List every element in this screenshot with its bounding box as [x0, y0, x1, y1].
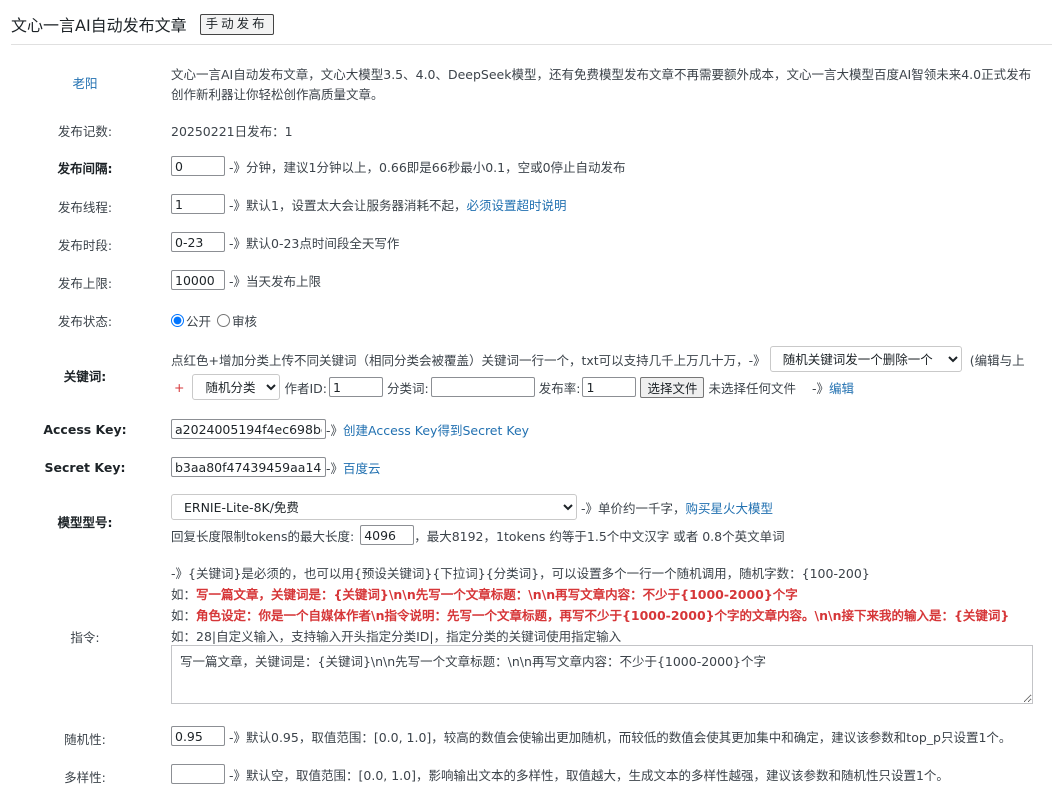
status-public-label: 公开 [186, 314, 212, 329]
instruction-example-1: 如： 写一篇文章，关键词是：{关键词}\n\n先写一个文章标题：\n\n再写文章… [171, 584, 798, 603]
category-select[interactable]: 随机分类 [192, 374, 281, 400]
create-access-key-link[interactable]: 创建Access Key得到Secret Key [343, 420, 529, 439]
status-review-label: 审核 [232, 314, 258, 329]
instruction-example-2: 如： 角色设定：你是一个自媒体作者\n指令说明：先写一个文章标题，再写不少于{1… [171, 605, 1009, 624]
secret-key-input[interactable] [171, 457, 326, 477]
page-title: 文心一言AI自动发布文章 [11, 16, 187, 35]
randomness-label: 随机性: [64, 732, 106, 747]
secret-key-arrow: -》 [326, 460, 344, 476]
status-label: 发布状态: [57, 314, 113, 329]
model-select[interactable]: ERNIE-Lite-8K/免费 [171, 494, 577, 520]
author-description-line-1: 文心一言AI自动发布文章，文心大模型3.5、4.0、DeepSeek模型，还有免… [171, 67, 1032, 82]
header-divider [11, 44, 1052, 45]
instruction-textarea[interactable]: 写一篇文章，关键词是：{关键词}\n\n先写一个文章标题：\n\n再写文章内容：… [171, 645, 1033, 704]
instruction-example-1-prefix: 如： [171, 587, 197, 602]
access-key-arrow: -》 [326, 422, 344, 438]
period-input[interactable] [171, 232, 225, 252]
category-word-label: 分类词: [387, 380, 429, 396]
instruction-line-1: -》{关键词}是必须的，也可以用{预设关键词}{下拉词}{分类词}，可以设置多个… [171, 566, 870, 581]
instruction-line-4: 如：28|自定义输入，支持输入开头指定分类ID|，指定分类的关键词使用指定输入 [171, 629, 622, 644]
interval-input[interactable] [171, 156, 225, 176]
record-value: 20250221日发布：1 [171, 124, 293, 139]
add-category-plus-icon[interactable]: + [174, 380, 184, 395]
baidu-cloud-link[interactable]: 百度云 [343, 458, 381, 477]
author-description: 文心一言AI自动发布文章，文心大模型3.5、4.0、DeepSeek模型，还有免… [171, 65, 1031, 105]
status-public-radio[interactable] [171, 314, 184, 327]
author-description-line-2: 创作新利器让你轻松创作高质量文章。 [171, 87, 384, 102]
author-id-input[interactable] [329, 377, 384, 397]
access-key-input[interactable] [171, 419, 326, 439]
instruction-example-2-prefix: 如： [171, 608, 197, 623]
model-label: 模型型号: [57, 515, 113, 530]
publish-rate-label: 发布率: [538, 380, 581, 396]
instruction-example-1-text: 写一篇文章，关键词是：{关键词}\n\n先写一个文章标题：\n\n再写文章内容：… [196, 587, 798, 602]
publish-rate-input[interactable] [582, 377, 637, 397]
tokens-label: 回复长度限制tokens的最大长度: [171, 528, 355, 544]
status-review-radio[interactable] [217, 314, 231, 327]
keywords-tail-note: (编辑与上 [969, 352, 1025, 368]
buy-spark-model-link[interactable]: 购买星火大模型 [686, 498, 774, 517]
interval-label: 发布间隔: [57, 161, 113, 176]
keyword-mode-select[interactable]: 随机关键词发一个删除一个 [769, 346, 962, 372]
timeout-help-link[interactable]: 必须设置超时说明 [466, 195, 566, 214]
author-id-label: 作者ID: [284, 380, 328, 396]
record-label: 发布记数: [57, 124, 113, 139]
period-note: -》默认0-23点时间段全天写作 [229, 235, 400, 251]
instruction-example-2-text: 角色设定：你是一个自媒体作者\n指令说明：先写一个文章标题，再写不少于{1000… [196, 608, 1010, 623]
threads-input[interactable] [171, 194, 225, 214]
threads-label: 发布线程: [57, 200, 113, 215]
diversity-input[interactable] [171, 764, 225, 784]
tokens-input[interactable] [360, 525, 415, 545]
limit-input[interactable] [171, 270, 225, 290]
file-status: 未选择任何文件 [708, 380, 796, 396]
limit-note: -》当天发布上限 [229, 273, 322, 289]
secret-key-label: Secret Key: [44, 460, 126, 475]
edit-link[interactable]: 编辑 [829, 378, 854, 397]
choose-file-button[interactable]: 选择文件 [640, 376, 705, 398]
edit-arrow: -》 [811, 380, 829, 396]
limit-label: 发布上限: [57, 276, 113, 291]
threads-note: -》默认1，设置太大会让服务器消耗不起， [229, 197, 467, 213]
randomness-input[interactable] [171, 726, 225, 746]
access-key-label: Access Key: [43, 422, 127, 437]
randomness-note: -》默认0.95，取值范围：[0.0, 1.0]，较高的数值会使输出更加随机，而… [229, 729, 1012, 745]
period-label: 发布时段: [57, 238, 113, 253]
author-label: 老阳 [0, 73, 170, 92]
model-note: -》单价约一千字， [581, 500, 686, 516]
category-word-input[interactable] [430, 377, 535, 397]
interval-note: -》分钟，建议1分钟以上，0.66即是66秒最小0.1，空或0停止自动发布 [229, 159, 626, 175]
diversity-note: -》默认空，取值范围：[0.0, 1.0]，影响输出文本的多样性，取值越大，生成… [229, 767, 949, 783]
page-header: 文心一言AI自动发布文章 手动发布 [11, 12, 274, 36]
author-link[interactable]: 老阳 [72, 76, 97, 91]
tokens-note: ，最大8192，1tokens 约等于1.5个中文汉字 或者 0.8个英文单词 [414, 528, 785, 544]
keywords-label: 关键词: [63, 369, 107, 384]
instruction-label: 指令: [70, 630, 100, 645]
keywords-description: 点红色+增加分类上传不同关键词（相同分类会被覆盖）关键词一行一个，txt可以支持… [171, 352, 766, 368]
diversity-label: 多样性: [64, 770, 106, 785]
manual-publish-button[interactable]: 手动发布 [199, 13, 274, 35]
